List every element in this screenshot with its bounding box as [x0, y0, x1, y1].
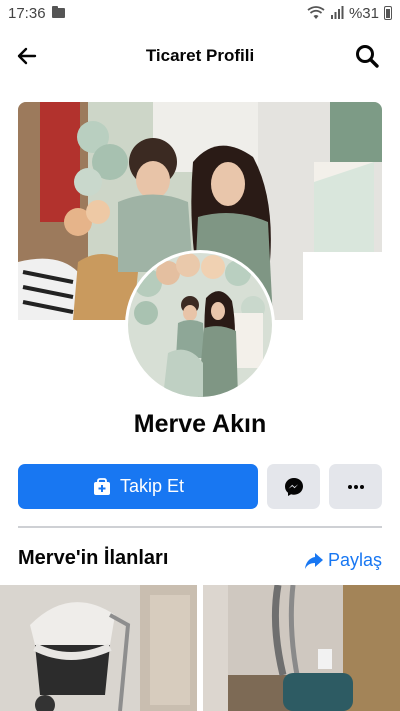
listing-item[interactable]	[0, 585, 197, 711]
battery-percent: %31	[348, 4, 379, 22]
search-icon	[356, 45, 379, 68]
battery-icon	[384, 6, 392, 20]
share-label: Paylaş	[327, 550, 382, 570]
status-right: %31	[307, 5, 392, 22]
profile-picture[interactable]	[125, 250, 275, 400]
listing-image-stroller	[0, 585, 197, 711]
more-options-button[interactable]	[329, 464, 382, 509]
status-left: 17:36	[8, 5, 65, 22]
messenger-button[interactable]	[267, 464, 320, 509]
share-arrow-icon	[304, 552, 323, 569]
messenger-icon	[284, 477, 303, 496]
status-bar: 17:36 %31	[0, 0, 400, 26]
follow-shop-icon	[93, 477, 110, 495]
profile-picture-frame	[128, 253, 272, 397]
listing-image-vacuum	[203, 585, 400, 711]
profile-name: Merve Akın	[133, 410, 267, 438]
signal-icon	[330, 6, 344, 19]
search-button[interactable]	[354, 43, 380, 69]
follow-button[interactable]: Takip Et	[18, 464, 258, 509]
listing-item[interactable]	[203, 585, 400, 711]
profile-picture-image	[128, 253, 272, 397]
more-horizontal-icon	[347, 484, 364, 489]
wifi-icon	[307, 6, 325, 19]
section-divider	[18, 526, 382, 528]
status-time: 17:36	[8, 4, 46, 22]
folder-icon	[51, 6, 65, 18]
listings-section-title: Merve'in İlanları	[18, 547, 169, 569]
follow-button-label: Takip Et	[119, 476, 185, 496]
share-button[interactable]: Paylaş	[304, 550, 382, 571]
page-title: Ticaret Profili	[145, 46, 255, 65]
top-app-bar: Ticaret Profili	[0, 30, 400, 82]
